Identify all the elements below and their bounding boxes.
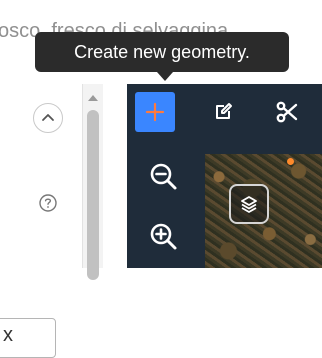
dropdown-field[interactable]: x <box>0 318 56 358</box>
tooltip-text: Create new geometry. <box>74 42 250 62</box>
layers-button[interactable] <box>229 184 269 224</box>
cut-geometry-button[interactable] <box>267 92 307 132</box>
layers-icon <box>241 196 257 213</box>
plus-icon <box>145 102 165 122</box>
collapse-button[interactable] <box>33 103 63 133</box>
tooltip-arrow <box>157 72 173 81</box>
create-geometry-button[interactable] <box>135 92 175 132</box>
edit-icon <box>216 103 232 119</box>
edit-geometry-button[interactable] <box>203 92 243 132</box>
map-area[interactable] <box>127 84 322 268</box>
help-icon[interactable] <box>38 193 58 213</box>
scissors-icon <box>276 101 298 123</box>
tooltip: Create new geometry. <box>35 32 289 72</box>
left-panel: x <box>0 84 83 358</box>
zoom-in-icon <box>150 223 177 250</box>
dropdown-value: x <box>3 324 13 346</box>
scroll-up-arrow-icon[interactable] <box>87 94 99 102</box>
chevron-up-icon <box>42 114 54 121</box>
geometry-toolbar <box>127 84 322 154</box>
scrollbar[interactable] <box>83 84 103 280</box>
map-marker <box>287 158 294 165</box>
zoom-out-button[interactable] <box>147 160 181 194</box>
panel-gap <box>103 84 127 268</box>
zoom-out-icon <box>150 163 177 190</box>
zoom-controls <box>127 154 205 268</box>
scrollbar-thumb[interactable] <box>87 110 99 280</box>
zoom-in-button[interactable] <box>147 220 181 254</box>
